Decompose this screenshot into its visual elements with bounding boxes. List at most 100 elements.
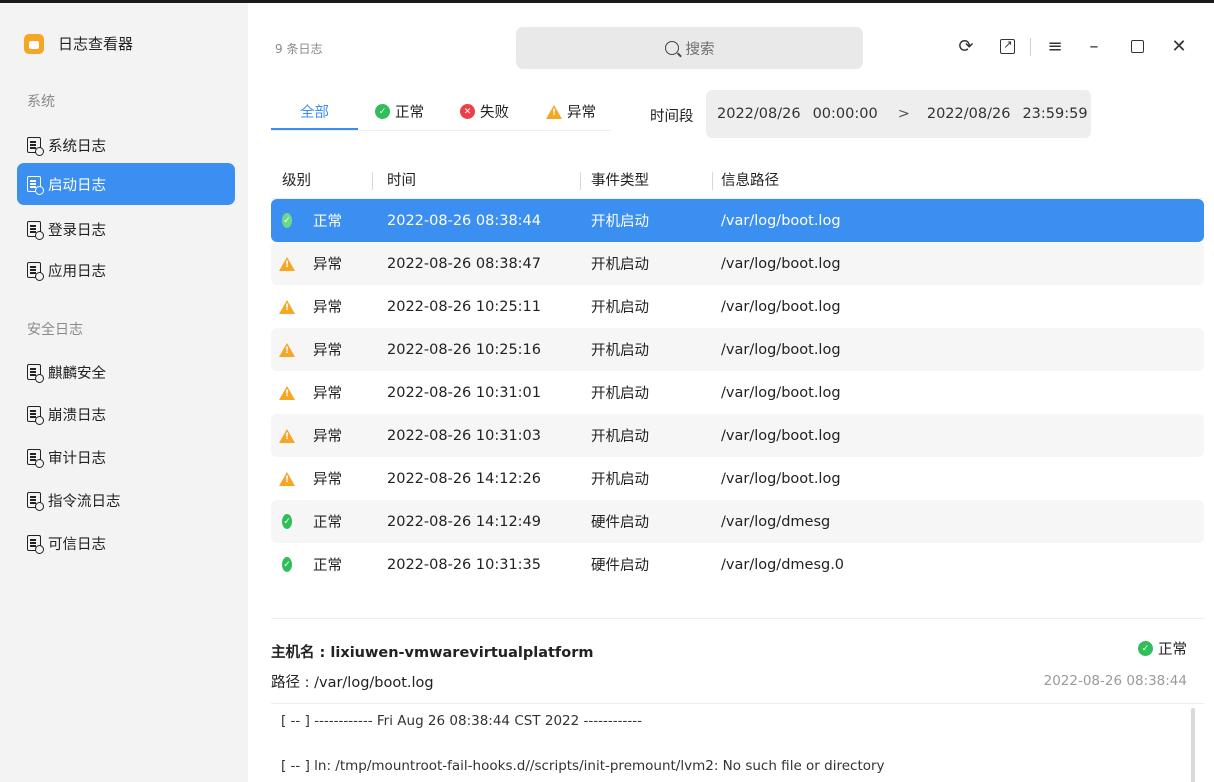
column-header-path[interactable]: 信息路径 xyxy=(712,161,1204,198)
app-logo-icon xyxy=(24,33,44,54)
maximize-icon xyxy=(1130,39,1144,53)
table-row[interactable]: 异常 2022-08-26 10:31:01 开机启动 /var/log/boo… xyxy=(271,371,1204,414)
log-line: [ -- ] ------------ Fri Aug 26 08:38:44 … xyxy=(281,713,642,729)
table-row[interactable]: 异常 2022-08-26 10:31:03 开机启动 /var/log/boo… xyxy=(271,414,1204,457)
main-panel: 9 条日志 搜索 ⟳ ↗ ≡ – ✕ 全部 ✓ 正常 ✕ 失败 异常 时间段 xyxy=(248,3,1214,782)
tab-label: 正常 xyxy=(395,105,424,121)
sidebar-item-app-log[interactable]: 应用日志 xyxy=(17,249,235,291)
cell-path: /var/log/dmesg.0 xyxy=(721,556,845,573)
column-divider xyxy=(372,172,373,190)
log-file-icon xyxy=(27,176,44,195)
tab-abnormal[interactable]: 异常 xyxy=(546,101,596,122)
log-file-icon xyxy=(27,137,44,156)
level-text: 异常 xyxy=(313,472,342,488)
range-arrow: > xyxy=(897,106,910,122)
log-line: [ -- ] ln: /tmp/mountroot-fail-hooks.d//… xyxy=(281,758,885,774)
sidebar-item-crash-log[interactable]: 崩溃日志 xyxy=(17,393,235,435)
minimize-icon: – xyxy=(1089,35,1099,57)
sidebar-item-login-log[interactable]: 登录日志 xyxy=(17,208,235,250)
level-text: 异常 xyxy=(313,300,342,316)
table-header: 级别 时间 事件类型 信息路径 xyxy=(271,161,1204,199)
cell-level: 异常 xyxy=(271,468,372,489)
maximize-button[interactable] xyxy=(1124,33,1150,59)
level-text: 异常 xyxy=(313,429,342,445)
sidebar-item-label: 系统日志 xyxy=(48,138,106,155)
cell-level: 异常 xyxy=(271,425,372,446)
sidebar: 日志查看器 系统 系统日志 启动日志 登录日志 应用日志 安全日志 麒麟安全 崩… xyxy=(0,3,248,782)
refresh-button[interactable]: ⟳ xyxy=(953,33,979,59)
cell-level: ✓ 正常 xyxy=(271,511,372,532)
level-text: 异常 xyxy=(313,386,342,402)
tab-normal[interactable]: ✓ 正常 xyxy=(375,101,424,122)
column-header-event-type[interactable]: 事件类型 xyxy=(580,161,712,198)
level-text: 正常 xyxy=(313,214,342,230)
sidebar-item-system-log[interactable]: 系统日志 xyxy=(17,124,235,166)
cell-time: 2022-08-26 10:25:11 xyxy=(387,298,541,315)
sidebar-item-label: 可信日志 xyxy=(48,536,106,553)
table-row[interactable]: 异常 2022-08-26 10:25:11 开机启动 /var/log/boo… xyxy=(271,285,1204,328)
warning-icon xyxy=(279,299,295,314)
cell-event-type: 开机启动 xyxy=(591,472,649,488)
tab-failed[interactable]: ✕ 失败 xyxy=(460,101,509,122)
refresh-icon: ⟳ xyxy=(958,35,974,57)
app-title: 日志查看器 xyxy=(58,35,134,53)
column-divider xyxy=(580,172,581,190)
sidebar-item-label: 指令流日志 xyxy=(48,493,121,510)
check-circle-icon: ✓ xyxy=(1138,641,1153,656)
table-row[interactable]: ✓ 正常 2022-08-26 14:12:49 硬件启动 /var/log/dm… xyxy=(271,500,1204,543)
search-input[interactable]: 搜索 xyxy=(516,27,863,69)
table-row[interactable]: 异常 2022-08-26 08:38:47 开机启动 /var/log/boo… xyxy=(271,242,1204,285)
cell-path: /var/log/boot.log xyxy=(721,427,841,444)
cell-level: ✓ 正常 xyxy=(271,554,372,575)
column-header-label: 级别 xyxy=(282,173,311,189)
column-header-time[interactable]: 时间 xyxy=(372,161,580,198)
detail-hostname: 主机名 : lixiuwen-vmwarevirtualplatform xyxy=(271,645,594,661)
sidebar-item-audit-log[interactable]: 审计日志 xyxy=(17,436,235,478)
cell-level: ✓ 正常 xyxy=(271,210,372,231)
log-file-icon xyxy=(27,449,44,468)
close-button[interactable]: ✕ xyxy=(1166,33,1192,59)
menu-button[interactable]: ≡ xyxy=(1042,33,1068,59)
cell-time: 2022-08-26 10:31:03 xyxy=(387,427,541,444)
check-circle-icon: ✓ xyxy=(282,557,292,572)
table-row[interactable]: 异常 2022-08-26 14:12:26 开机启动 /var/log/boo… xyxy=(271,457,1204,500)
detail-scrollbar[interactable] xyxy=(1191,708,1195,782)
level-text: 异常 xyxy=(313,343,342,359)
level-text: 正常 xyxy=(313,515,342,531)
sidebar-item-label: 审计日志 xyxy=(48,450,106,467)
minimize-button[interactable]: – xyxy=(1081,33,1107,59)
check-circle-icon: ✓ xyxy=(282,514,292,529)
cell-path: /var/log/boot.log xyxy=(721,255,841,272)
table-row[interactable]: ✓ 正常 2022-08-26 10:31:35 硬件启动 /var/log/dm… xyxy=(271,543,1204,586)
table-row[interactable]: 异常 2022-08-26 10:25:16 开机启动 /var/log/boo… xyxy=(271,328,1204,371)
log-file-icon xyxy=(27,262,44,281)
cell-event-type: 开机启动 xyxy=(591,429,649,445)
level-text: 正常 xyxy=(313,558,342,574)
sidebar-item-boot-log[interactable]: 启动日志 xyxy=(17,163,235,205)
table-row[interactable]: ✓ 正常 2022-08-26 08:38:44 开机启动 /var/log/bo… xyxy=(271,199,1204,242)
column-header-level[interactable]: 级别 xyxy=(271,161,372,198)
export-icon: ↗ xyxy=(999,38,1015,54)
sidebar-item-label: 应用日志 xyxy=(48,263,106,280)
sidebar-item-trusted-log[interactable]: 可信日志 xyxy=(17,522,235,564)
tab-label: 异常 xyxy=(567,105,596,121)
column-header-label: 时间 xyxy=(387,173,416,189)
cell-event-type: 开机启动 xyxy=(591,386,649,402)
tab-all[interactable]: 全部 xyxy=(300,101,329,122)
time-range-picker[interactable]: 2022/08/26 00:00:00 > 2022/08/26 23:59:5… xyxy=(706,90,1091,138)
tabs-divider xyxy=(271,130,611,131)
log-table: 级别 时间 事件类型 信息路径 ✓ 正常 2022-08-26 08:38:44 … xyxy=(271,161,1204,586)
start-time: 00:00:00 xyxy=(812,106,878,122)
sidebar-item-kylin-security[interactable]: 麒麟安全 xyxy=(17,351,235,393)
sidebar-item-command-flow-log[interactable]: 指令流日志 xyxy=(17,479,235,521)
group-title-security: 安全日志 xyxy=(27,322,83,338)
cell-event-type: 开机启动 xyxy=(591,257,649,273)
log-file-icon xyxy=(27,221,44,240)
detail-status-label: 正常 xyxy=(1158,642,1187,658)
log-file-icon xyxy=(27,535,44,554)
period-label: 时间段 xyxy=(650,109,694,125)
detail-time: 2022-08-26 08:38:44 xyxy=(1043,673,1187,689)
export-button[interactable]: ↗ xyxy=(994,33,1020,59)
check-circle-icon: ✓ xyxy=(375,104,390,119)
cell-path: /var/log/boot.log xyxy=(721,298,841,315)
